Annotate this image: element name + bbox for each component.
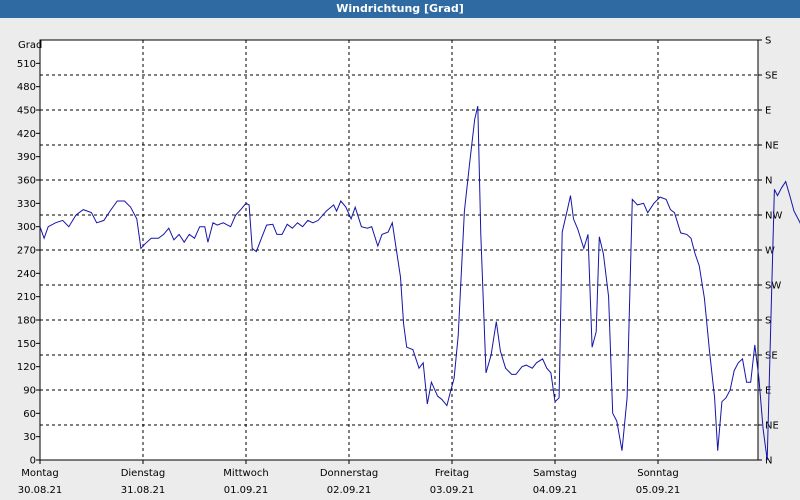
- y-tick-label: 270: [17, 246, 36, 257]
- x-day-label: Montag: [21, 468, 58, 479]
- y-axis-left: 0 30 60 90 120 150 180 210 240 270 300 330 360 390 420…: [17, 59, 40, 467]
- y-axis-unit-label: Grad: [18, 40, 42, 51]
- compass-label: N: [765, 456, 772, 467]
- x-date-label: 03.09.21: [430, 485, 475, 496]
- x-date-label: 04.09.21: [533, 485, 578, 496]
- x-day-label: Dienstag: [121, 468, 166, 479]
- compass-label: S: [765, 36, 771, 47]
- x-day-label: Freitag: [435, 468, 469, 479]
- x-day-label: Donnerstag: [320, 468, 378, 479]
- y-tick-label: 480: [17, 82, 36, 93]
- x-date-label: 30.08.21: [18, 485, 63, 496]
- compass-label: E: [765, 386, 771, 397]
- x-date-label: 02.09.21: [327, 485, 372, 496]
- x-day-label: Mittwoch: [223, 468, 268, 479]
- y-tick-label: 390: [17, 152, 36, 163]
- x-day-label: Sonntag: [637, 468, 679, 479]
- plot-area: [39, 39, 759, 461]
- compass-label: NE: [765, 141, 779, 152]
- y-tick-label: 0: [30, 456, 36, 467]
- compass-label: W: [765, 246, 775, 257]
- y-tick-label: 450: [17, 106, 36, 117]
- compass-label: NE: [765, 421, 779, 432]
- y-tick-label: 420: [17, 129, 36, 140]
- x-axis: Montag 30.08.21 Dienstag 31.08.21 Mittwoch 01…: [18, 460, 681, 496]
- compass-label: SE: [765, 71, 778, 82]
- compass-label: SE: [765, 351, 778, 362]
- x-date-label: 01.09.21: [224, 485, 269, 496]
- x-date-label: 31.08.21: [121, 485, 166, 496]
- y-tick-label: 90: [23, 386, 36, 397]
- y-tick-label: 30: [23, 432, 36, 443]
- compass-label: N: [765, 176, 772, 187]
- x-day-label: Samstag: [533, 468, 577, 479]
- y-tick-label: 180: [17, 316, 36, 327]
- y-tick-label: 120: [17, 362, 36, 373]
- compass-label: SW: [765, 281, 781, 292]
- y-tick-label: 510: [17, 59, 36, 70]
- y-tick-label: 210: [17, 292, 36, 303]
- x-date-label: 05.09.21: [636, 485, 681, 496]
- y-tick-label: 150: [17, 339, 36, 350]
- y-axis-right: NNEESESSWWNWNNEESES: [758, 36, 782, 467]
- y-tick-label: 240: [17, 269, 36, 280]
- y-tick-label: 360: [17, 176, 36, 187]
- chart-window: Windrichtung [Grad] 0 30 60 90 120 150 180 210 2…: [0, 0, 800, 500]
- wind-direction-chart: 0 30 60 90 120 150 180 210 240 270 300 330 360 390 420…: [17, 36, 800, 496]
- y-tick-label: 300: [17, 222, 36, 233]
- y-tick-label: 330: [17, 199, 36, 210]
- compass-label: E: [765, 106, 771, 117]
- y-tick-label: 60: [23, 409, 36, 420]
